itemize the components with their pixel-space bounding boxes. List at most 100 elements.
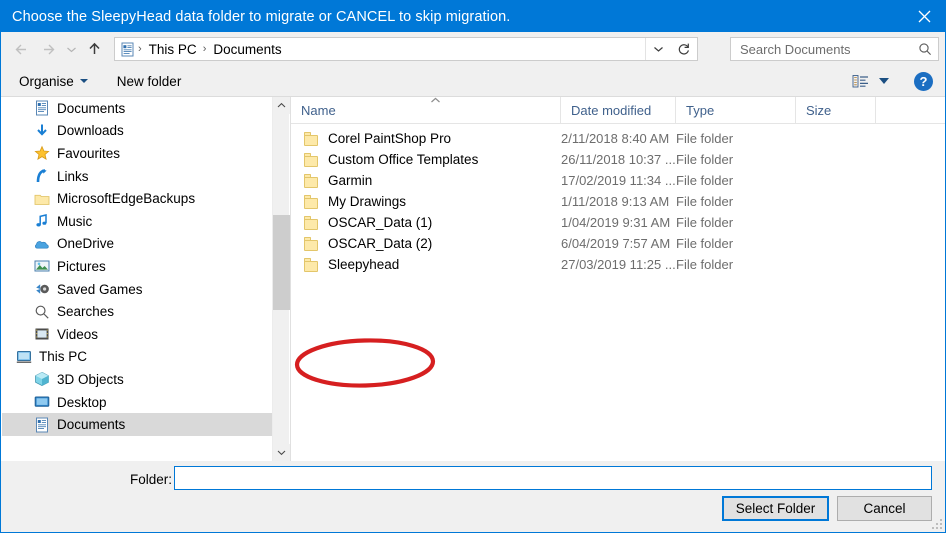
sidebar-scrollbar[interactable] [272,97,290,461]
3d-objects-icon [34,371,50,387]
column-header-blank [876,97,945,124]
saved-games-icon-glyph [36,284,49,294]
recent-locations-button[interactable] [61,34,81,64]
date-modified-cell: 1/04/2019 9:31 AM [561,215,671,230]
sidebar-item-microsoftedgebackups[interactable]: MicrosoftEdgeBackups [2,187,272,210]
favourites-icon [34,145,50,161]
refresh-icon [678,43,689,55]
table-row[interactable]: Sleepyhead 27/03/2019 11:25 ... File folde… [291,254,945,275]
type-cell: File folder [676,194,734,209]
sidebar-item-pictures[interactable]: Pictures [2,255,272,278]
folder-input[interactable] [174,466,932,490]
breadcrumb-documents[interactable]: Documents [210,42,284,57]
pictures-icon-glyph [34,260,50,272]
chevron-down-icon [66,47,76,52]
sidebar-item-documents[interactable]: Documents [2,413,272,436]
this-pc-icon-glyph [16,350,32,363]
breadcrumb-separator: › [202,43,207,55]
favourites-icon-glyph [34,146,50,161]
select-folder-button[interactable]: Select Folder [722,496,829,521]
videos-icon [34,326,50,342]
sidebar-item-desktop[interactable]: Desktop [2,391,272,414]
sidebar-item-this-pc[interactable]: This PC [2,346,272,369]
folder-icon [304,215,320,230]
sidebar-item-3d-objects[interactable]: 3D Objects [2,368,272,391]
column-header-type[interactable]: Type [676,96,796,124]
sidebar-item-favourites[interactable]: Favourites [2,142,272,165]
date-modified-cell: 6/04/2019 7:57 AM [561,236,671,251]
scroll-down-button[interactable] [273,444,290,461]
sidebar-item-documents[interactable]: Documents [2,97,272,120]
resize-grip[interactable] [930,517,942,529]
search-input[interactable] [738,39,903,59]
new-folder-button[interactable]: New folder [109,71,190,92]
title-bar: Choose the SleepyHead data folder to mig… [1,1,945,32]
refresh-button[interactable] [671,38,697,60]
sidebar-item-searches[interactable]: Searches [2,300,272,323]
sidebar-item-videos[interactable]: Videos [2,323,272,346]
type-cell: File folder [676,173,734,188]
help-button[interactable]: ? [914,72,933,91]
file-name-cell: Custom Office Templates [291,152,561,167]
onedrive-icon [34,236,50,252]
links-icon [34,168,50,184]
view-list-icon[interactable] [849,71,871,91]
search-box[interactable] [730,37,939,61]
file-name-label: Sleepyhead [328,257,400,272]
sidebar-item-onedrive[interactable]: OneDrive [2,233,272,256]
up-button[interactable] [81,34,107,64]
select-folder-label: Select Folder [735,501,816,516]
file-name-label: OSCAR_Data (2) [328,236,433,251]
sidebar-item-label: 3D Objects [57,371,124,387]
3d-objects-icon-glyph [35,372,49,387]
sidebar-item-label: Downloads [57,123,124,139]
table-row[interactable]: OSCAR_Data (1) 1/04/2019 9:31 AM File fold… [291,212,945,233]
breadcrumb-this-pc[interactable]: This PC [146,42,200,57]
sidebar-item-downloads[interactable]: Downloads [2,120,272,143]
sidebar-item-label: Music [57,213,93,229]
address-dropdown-button[interactable] [645,38,671,60]
table-row[interactable]: My Drawings 1/11/2018 9:13 AM File folder [291,191,945,212]
document-glyph [121,42,134,56]
sidebar-item-label: Links [57,168,89,184]
folder-icon [304,236,320,251]
column-header-name[interactable]: Name [291,96,561,124]
magnifier-glyph [919,43,931,55]
forward-button[interactable] [35,34,61,64]
scrollbar-thumb[interactable] [273,215,290,310]
chevron-down-icon[interactable] [879,78,889,84]
type-cell: File folder [676,257,734,272]
column-header-size[interactable]: Size [796,96,876,124]
back-button[interactable] [9,34,35,64]
table-row[interactable]: Corel PaintShop Pro 2/11/2018 8:40 AM File… [291,128,945,149]
sidebar-item-music[interactable]: Music [2,210,272,233]
sidebar-item-saved-games[interactable]: Saved Games [2,278,272,301]
date-modified-cell: 27/03/2019 11:25 ... [561,257,676,272]
close-glyph [918,10,930,23]
close-icon[interactable] [901,1,945,32]
sidebar-item-label: Searches [57,304,115,320]
address-bar[interactable]: › This PC › Documents [114,37,698,61]
sidebar-item-links[interactable]: Links [2,165,272,188]
scroll-up-button[interactable] [273,97,290,114]
list-view-glyph [852,74,868,87]
column-header-row: Name Date modified Type Size [291,96,945,124]
chevron-down-icon [654,47,663,52]
file-name-cell: Garmin [291,173,561,188]
desktop-icon [34,394,50,410]
arrow-left-icon [15,44,26,54]
cancel-button[interactable]: Cancel [837,496,932,521]
column-header-date-modified[interactable]: Date modified [561,96,676,124]
sort-ascending-icon [428,97,442,106]
table-row[interactable]: Garmin 17/02/2019 11:34 ... File folder [291,170,945,191]
organise-button[interactable]: Organise [11,71,96,92]
file-name-cell: My Drawings [291,194,561,209]
type-cell: File folder [676,215,734,230]
file-name-cell: Sleepyhead [291,257,561,272]
downloads-icon [34,123,50,139]
documents-icon [34,417,50,433]
sidebar-item-label: Saved Games [57,281,143,297]
table-row[interactable]: Custom Office Templates 26/11/2018 10:37 … [291,149,945,170]
sidebar-item-label: Documents [57,100,126,116]
table-row[interactable]: OSCAR_Data (2) 6/04/2019 7:57 AM File fold… [291,233,945,254]
